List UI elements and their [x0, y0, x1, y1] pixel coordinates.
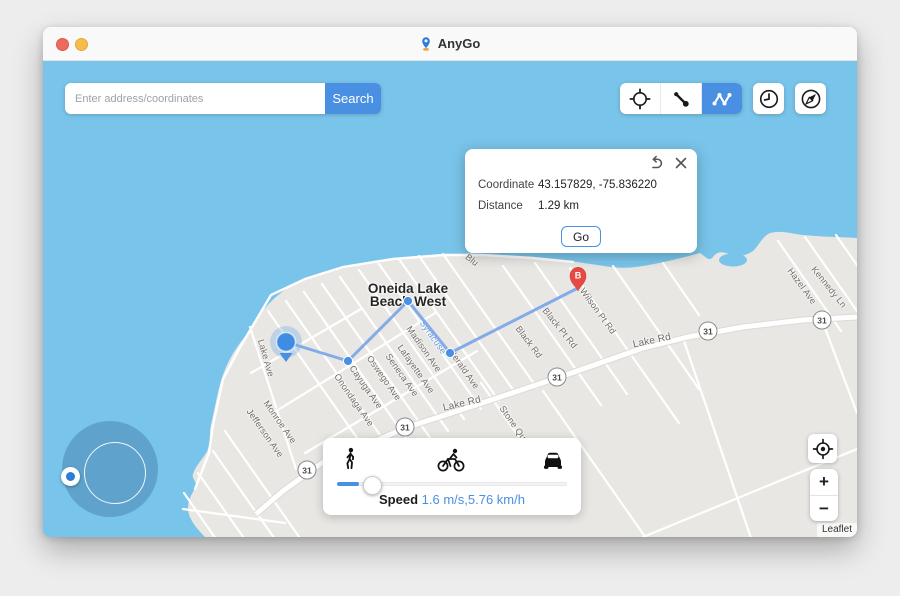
waypoint[interactable] [343, 356, 352, 365]
leaflet-attribution[interactable]: Leaflet [817, 523, 857, 537]
close-icon [674, 156, 688, 170]
distance-label: Distance [478, 200, 538, 212]
zoom-out-button[interactable]: − [810, 496, 838, 522]
speed-value: 1.6 m/s,5.76 km/h [422, 492, 525, 507]
joystick-ring [84, 442, 146, 504]
anygo-pin-icon [420, 35, 432, 52]
locate-me-button[interactable] [808, 434, 837, 463]
titlebar: AnyGo [43, 27, 857, 61]
coordinate-popup: Coordinate 43.157829, -75.836220 Distanc… [465, 149, 697, 253]
undo-icon [648, 155, 664, 171]
search-button[interactable]: Search [325, 83, 381, 114]
walk-icon[interactable] [339, 446, 361, 472]
app-title: AnyGo [420, 35, 481, 52]
go-button[interactable]: Go [561, 226, 601, 247]
history-clock-icon [758, 88, 780, 110]
route-polyline [286, 289, 576, 361]
waypoint[interactable] [445, 348, 454, 357]
locate-target-icon [812, 438, 834, 460]
two-spot-mode-button[interactable] [661, 83, 702, 114]
traffic-lights [56, 38, 88, 51]
joystick-knob[interactable] [61, 467, 80, 486]
destination-pin-label: B [575, 271, 582, 281]
movement-joystick[interactable] [62, 421, 158, 517]
app-window: AnyGo [43, 27, 857, 536]
speed-slider-fill [337, 482, 359, 486]
coordinate-label: Coordinate [478, 179, 538, 191]
zoom-in-button[interactable]: + [810, 469, 838, 496]
coordinate-value: 43.157829, -75.836220 [538, 179, 657, 191]
speed-label: Speed [379, 492, 418, 507]
minimize-window-button[interactable] [75, 38, 88, 51]
speed-panel: Speed 1.6 m/s,5.76 km/h [323, 438, 581, 515]
map-canvas[interactable]: Oneida Lake Beach West Lake AveMonroe Av… [43, 61, 857, 537]
speed-readout: Speed 1.6 m/s,5.76 km/h [323, 492, 581, 507]
start-marker[interactable] [270, 326, 302, 362]
close-popup-button[interactable] [673, 155, 689, 171]
close-window-button[interactable] [56, 38, 69, 51]
window-title: AnyGo [438, 36, 481, 51]
speed-slider-track[interactable] [337, 482, 567, 486]
zoom-control: + − [810, 469, 838, 521]
route-waypoints [343, 296, 454, 365]
multi-spot-route-icon [710, 88, 734, 110]
search-bar: Search [65, 83, 381, 114]
compass-icon [800, 88, 822, 110]
mode-toolbar [620, 83, 742, 114]
teleport-mode-button[interactable] [620, 83, 661, 114]
history-button[interactable] [753, 83, 784, 114]
distance-value: 1.29 km [538, 200, 579, 212]
two-spot-segment-icon [670, 88, 692, 110]
cycle-icon[interactable] [436, 448, 466, 472]
compass-button[interactable] [795, 83, 826, 114]
destination-pin[interactable]: B [570, 267, 586, 291]
car-icon[interactable] [541, 448, 565, 470]
waypoint[interactable] [403, 296, 412, 305]
teleport-target-icon [629, 88, 651, 110]
undo-button[interactable] [648, 155, 664, 171]
joystick-knob-dot [66, 472, 75, 481]
search-input[interactable] [65, 83, 325, 114]
multi-spot-mode-button[interactable] [702, 83, 742, 114]
